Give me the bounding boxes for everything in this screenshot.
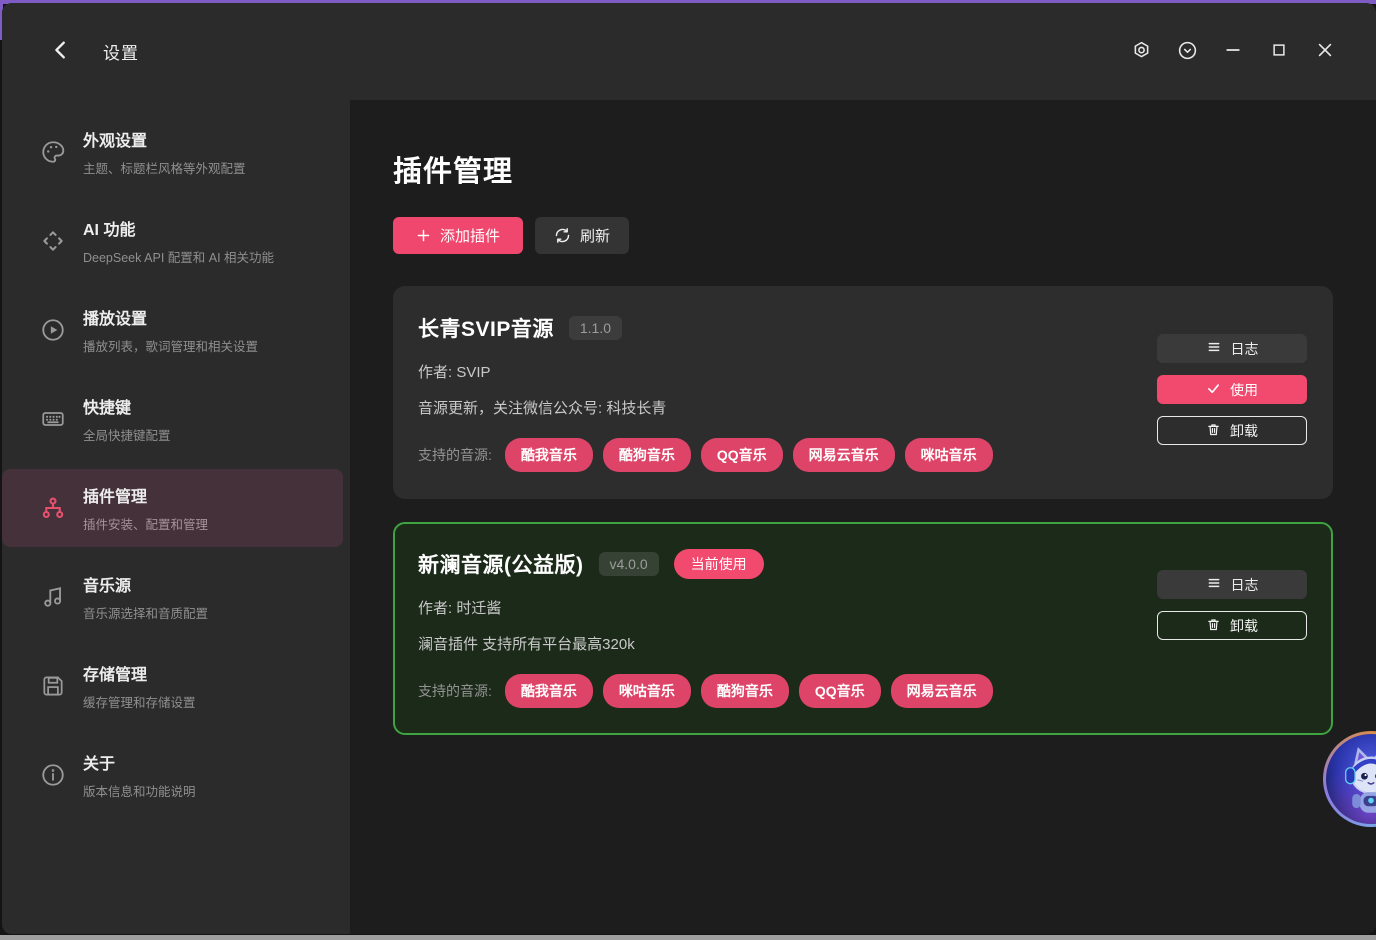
- sidebar-item-5[interactable]: 音乐源音乐源选择和音质配置: [2, 558, 343, 636]
- supported-sources-label: 支持的音源:: [418, 447, 492, 463]
- keyboard-icon: [40, 406, 66, 432]
- sidebar-item-6[interactable]: 存储管理缓存管理和存储设置: [2, 647, 343, 725]
- source-tag: 咪咕音乐: [904, 438, 993, 472]
- menu-lines-icon: [1206, 339, 1222, 358]
- uninstall-button[interactable]: 卸载: [1157, 611, 1307, 640]
- source-tag: 酷我音乐: [504, 674, 593, 708]
- sidebar-item-title: 快捷键: [83, 400, 132, 417]
- source-tag: 酷我音乐: [504, 438, 593, 472]
- floppy-disk-icon: [40, 673, 66, 699]
- trash-icon: [1206, 617, 1221, 635]
- add-plugin-button[interactable]: 添加插件: [393, 217, 524, 254]
- sidebar-item-subtitle: 插件安装、配置和管理: [83, 518, 209, 532]
- plugin-name: 新澜音源(公益版): [418, 554, 584, 577]
- menu-lines-icon: [1206, 575, 1222, 594]
- settings-sidebar: 外观设置主题、标题栏风格等外观配置 AI 功能 DeepSeek API 配置和 A…: [2, 100, 350, 934]
- use-button[interactable]: 使用: [1157, 375, 1307, 404]
- page-title: 设置: [103, 44, 139, 63]
- palette-icon: [40, 139, 66, 165]
- plugin-name: 长青SVIP音源: [418, 318, 554, 341]
- refresh-button[interactable]: 刷新: [535, 217, 630, 254]
- supported-sources-label: 支持的音源:: [418, 683, 492, 699]
- plugin-description: 音源更新，关注微信公众号: 科技长青: [418, 400, 667, 417]
- sidebar-item-subtitle: 版本信息和功能说明: [83, 785, 196, 799]
- plugin-settings-icon-button[interactable]: [1124, 35, 1158, 69]
- source-tag: 网易云音乐: [890, 674, 993, 708]
- minimize-icon: [1223, 40, 1243, 63]
- circle-chevron-down-icon: [1177, 40, 1198, 64]
- sidebar-item-subtitle: 全局快捷键配置: [83, 429, 171, 443]
- toolbar: 添加插件 刷新: [393, 217, 1376, 254]
- titlebar-actions: [1124, 35, 1342, 69]
- source-tag: 咪咕音乐: [602, 674, 691, 708]
- plugin-version-badge: v4.0.0: [598, 552, 659, 576]
- back-button[interactable]: [47, 38, 75, 66]
- sidebar-item-title: 音乐源: [83, 578, 132, 595]
- sidebar-item-subtitle: 缓存管理和存储设置: [83, 696, 196, 710]
- plugin-version-badge: 1.1.0: [568, 316, 622, 340]
- sidebar-item-0[interactable]: 外观设置主题、标题栏风格等外观配置: [2, 113, 343, 191]
- source-tag: QQ音乐: [798, 674, 881, 708]
- sidebar-item-subtitle: 音乐源选择和音质配置: [83, 607, 209, 621]
- log-button[interactable]: 日志: [1157, 570, 1307, 599]
- close-icon-button[interactable]: [1308, 35, 1342, 69]
- plugin-card-1: 新澜音源(公益版) v4.0.0 当前使用作者: 时迁酱澜音插件 支持所有平台最高3…: [393, 522, 1333, 735]
- plugin-author: 作者: SVIP: [418, 364, 491, 381]
- play-circle-icon: [40, 317, 66, 343]
- sidebar-item-title: 播放设置: [83, 311, 148, 328]
- plus-icon: [416, 228, 431, 243]
- ai-arrows-icon: [40, 228, 66, 254]
- plugin-author: 作者: 时迁酱: [418, 600, 502, 617]
- maximize-icon-button[interactable]: [1262, 35, 1296, 69]
- source-tag: 酷狗音乐: [602, 438, 691, 472]
- trash-icon: [1206, 422, 1221, 440]
- source-tag: 网易云音乐: [792, 438, 895, 472]
- maximize-icon: [1270, 41, 1288, 62]
- refresh-icon: [554, 227, 571, 244]
- sidebar-item-title: 外观设置: [83, 133, 148, 150]
- current-use-badge: 当前使用: [673, 549, 764, 579]
- sidebar-item-subtitle: 主题、标题栏风格等外观配置: [83, 162, 246, 176]
- plugin-actions: 日志 使用 卸载: [1157, 334, 1307, 472]
- sidebar-item-title: AI 功能: [83, 222, 136, 239]
- sidebar-item-7[interactable]: 关于版本信息和功能说明: [2, 736, 343, 814]
- plugin-card-list: 长青SVIP音源 1.1.0 作者: SVIP 音源更新，关注微信公众号: 科技长青支…: [393, 286, 1333, 735]
- sidebar-item-1[interactable]: AI 功能 DeepSeek API 配置和 AI 相关功能: [2, 202, 343, 280]
- panel-title: 插件管理: [393, 156, 514, 188]
- music-note-icon: [40, 584, 66, 610]
- info-circle-icon: [40, 762, 66, 788]
- check-icon: [1206, 381, 1221, 399]
- chevron-left-icon: [50, 39, 72, 64]
- sidebar-item-title: 存储管理: [83, 667, 148, 684]
- sidebar-item-4[interactable]: 插件管理插件安装、配置和管理: [2, 469, 343, 547]
- source-tag: 酷狗音乐: [700, 674, 789, 708]
- sidebar-item-3[interactable]: 快捷键全局快捷键配置: [2, 380, 343, 458]
- plugin-description: 澜音插件 支持所有平台最高320k: [418, 636, 635, 653]
- plugin-card-0: 长青SVIP音源 1.1.0 作者: SVIP 音源更新，关注微信公众号: 科技长青支…: [393, 286, 1333, 499]
- log-button[interactable]: 日志: [1157, 334, 1307, 363]
- plugin-management-panel: 插件管理 添加插件 刷新 长青SVIP音源 1.1.0 作者: SVIP 音源更新，关…: [350, 100, 1376, 934]
- check-update-icon-button[interactable]: [1170, 35, 1204, 69]
- source-tag: QQ音乐: [700, 438, 783, 472]
- sidebar-item-2[interactable]: 播放设置播放列表，歌词管理和相关设置: [2, 291, 343, 369]
- minimize-icon-button[interactable]: [1216, 35, 1250, 69]
- hex-gear-icon: [1131, 40, 1152, 64]
- plugin-actions: 日志 卸载: [1157, 570, 1307, 708]
- plugin-nodes-icon: [40, 495, 66, 521]
- titlebar: 设置: [2, 3, 1376, 100]
- sidebar-item-title: 关于: [83, 756, 116, 773]
- sidebar-item-title: 插件管理: [83, 489, 148, 506]
- settings-window: 设置 外观设置主题、标题栏风格等外观配置 AI 功能 DeepSeek API 配置…: [2, 3, 1376, 934]
- close-icon: [1315, 40, 1335, 63]
- sidebar-item-subtitle: 播放列表，歌词管理和相关设置: [83, 340, 259, 354]
- background-window-strip-bottom: [0, 935, 1376, 940]
- sidebar-item-subtitle: DeepSeek API 配置和 AI 相关功能: [83, 251, 275, 265]
- uninstall-button[interactable]: 卸载: [1157, 416, 1307, 445]
